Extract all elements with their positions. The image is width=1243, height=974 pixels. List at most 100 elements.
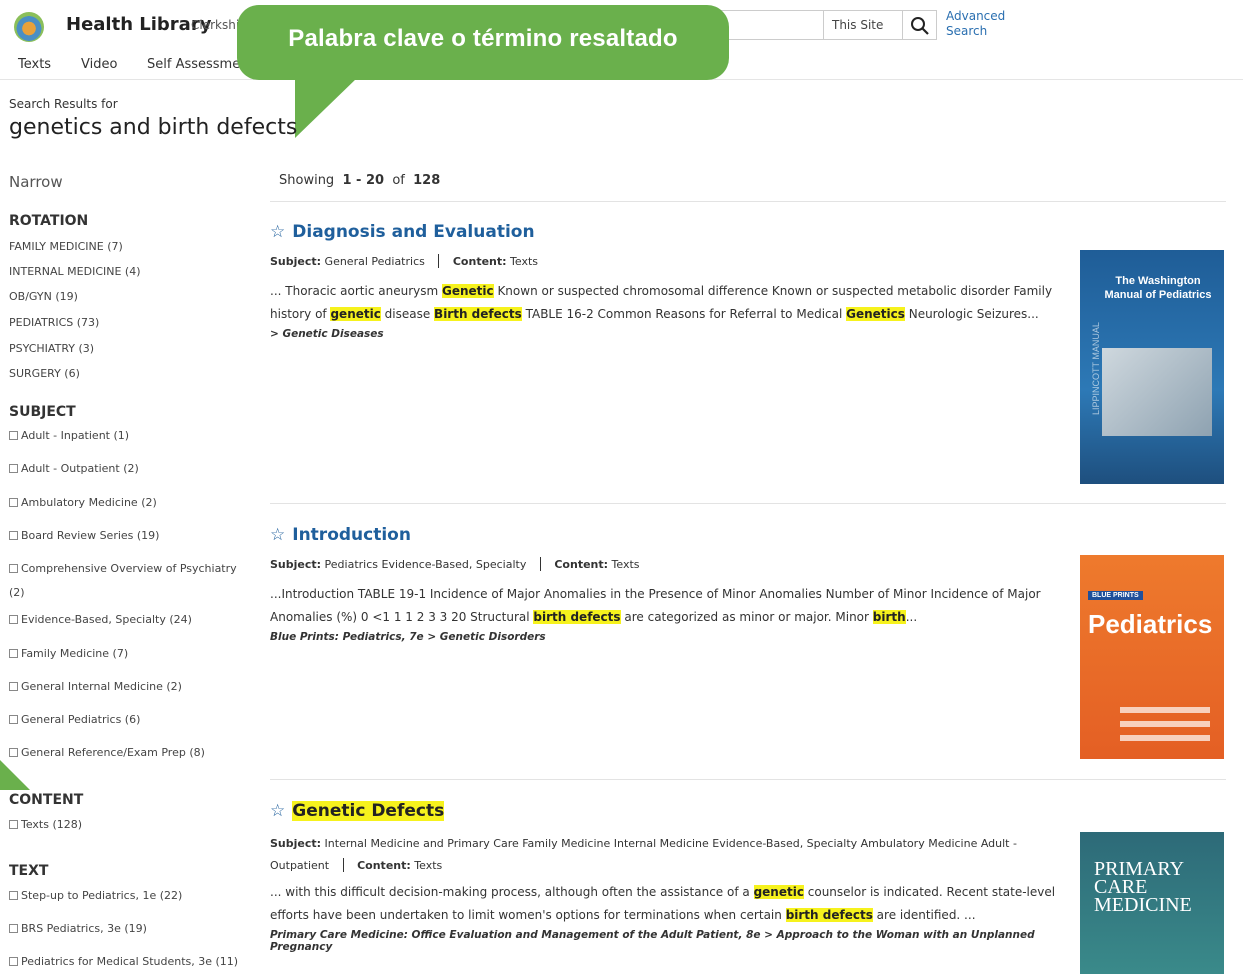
subject-filter[interactable]: Comprehensive Overview of Psychiatry (2) <box>9 557 249 605</box>
snippet-text: ... <box>905 610 918 624</box>
checkbox[interactable] <box>9 649 18 658</box>
subject-filter[interactable]: General Pediatrics (6) <box>9 708 249 732</box>
text-filter[interactable]: Step-up to Pediatrics, 1e (22) <box>9 884 249 908</box>
content-value: Texts <box>510 255 539 268</box>
filter-label: Step-up to Pediatrics, 1e (22) <box>21 889 183 902</box>
filter-label: Pediatrics for Medical Students, 3e (11) <box>21 955 239 968</box>
checkbox[interactable] <box>9 564 18 573</box>
showing-label: Showing <box>279 173 335 188</box>
content-filter[interactable]: Texts (128) <box>9 813 249 837</box>
cover-stripe <box>1120 721 1210 727</box>
narrow-heading: Narrow <box>9 173 63 191</box>
text-filter[interactable]: BRS Pediatrics, 3e (19) <box>9 917 249 941</box>
nav-texts[interactable]: Texts <box>18 57 51 72</box>
result-path[interactable]: > Genetic Diseases <box>270 328 1070 340</box>
results-for-label: Search Results for <box>9 97 118 111</box>
callout-text: Palabra clave o término resaltado <box>288 25 678 52</box>
highlighted-keyword: genetic <box>753 885 804 899</box>
checkbox[interactable] <box>9 464 18 473</box>
checkbox[interactable] <box>9 682 18 691</box>
filter-label: Board Review Series (19) <box>21 529 160 542</box>
result-snippet: ... Thoracic aortic aneurysm Genetic Kno… <box>270 280 1070 326</box>
checkbox[interactable] <box>9 498 18 507</box>
nav-video[interactable]: Video <box>81 57 117 72</box>
subject-filter[interactable]: Board Review Series (19) <box>9 524 249 548</box>
divider <box>270 503 1226 504</box>
subject-value: General Pediatrics <box>324 255 425 268</box>
results-total: 128 <box>413 173 441 188</box>
subject-filter[interactable]: Evidence-Based, Specialty (24) <box>9 608 249 632</box>
filter-label: Texts (128) <box>21 818 83 831</box>
result-meta: Subject: Internal Medicine and Primary C… <box>270 833 1070 877</box>
brand-title[interactable]: Health Library <box>66 14 211 35</box>
callout-pointer <box>295 78 357 138</box>
checkbox[interactable] <box>9 957 18 966</box>
snippet-text: are identified. ... <box>872 908 976 922</box>
snippet-text: ... with this difficult decision-making … <box>270 885 754 899</box>
star-icon[interactable]: ☆ <box>270 801 285 821</box>
checkbox[interactable] <box>9 431 18 440</box>
rotation-item-internal-medicine[interactable]: INTERNAL MEDICINE (4) <box>9 265 141 278</box>
filter-label: General Internal Medicine (2) <box>21 680 182 693</box>
content-label: Content: <box>357 859 411 872</box>
checkbox[interactable] <box>9 891 18 900</box>
rotation-item-obgyn[interactable]: OB/GYN (19) <box>9 290 78 303</box>
result-item: ☆ Introduction Subject: Pediatrics Eviden… <box>270 525 1070 643</box>
search-icon <box>911 17 929 35</box>
checkbox[interactable] <box>9 615 18 624</box>
highlighted-keyword: Genetics <box>846 307 905 321</box>
result-snippet: ...Introduction TABLE 19-1 Incidence of … <box>270 583 1070 629</box>
subject-label: Subject: <box>270 837 322 850</box>
result-title-link[interactable]: Introduction <box>292 525 411 545</box>
book-cover-primary-care-medicine[interactable]: PRIMARY CARE MEDICINE <box>1080 832 1224 974</box>
content-heading: CONTENT <box>9 792 84 808</box>
filter-label: Adult - Outpatient (2) <box>21 462 139 475</box>
rotation-item-family-medicine[interactable]: FAMILY MEDICINE (7) <box>9 240 123 253</box>
highlighted-keyword: birth defects <box>785 908 873 922</box>
content-value: Texts <box>414 859 443 872</box>
book-cover-blueprints-pediatrics[interactable]: BLUE PRINTS Pediatrics <box>1080 555 1224 759</box>
checkbox[interactable] <box>9 820 18 829</box>
subject-filter[interactable]: Adult - Inpatient (1) <box>9 424 249 448</box>
snippet-text: ... Thoracic aortic aneurysm <box>270 284 442 298</box>
star-icon[interactable]: ☆ <box>270 222 285 242</box>
advanced-search-link[interactable]: Advanced Search <box>946 9 1006 39</box>
cover-title: PRIMARY CARE MEDICINE <box>1094 858 1192 916</box>
highlighted-keyword: genetic <box>330 307 381 321</box>
result-title-link[interactable]: Genetic Defects <box>292 801 445 821</box>
result-item: ☆ Diagnosis and Evaluation Subject: Gener… <box>270 222 1070 340</box>
result-title-link[interactable]: Diagnosis and Evaluation <box>292 222 534 242</box>
snippet-text: Neurologic Seizures... <box>904 307 1039 321</box>
rotation-heading: ROTATION <box>9 213 89 229</box>
subject-filter[interactable]: General Reference/Exam Prep (8) <box>9 741 249 765</box>
cover-title: Pediatrics <box>1088 609 1213 639</box>
text-heading: TEXT <box>9 863 49 879</box>
health-library-logo[interactable] <box>14 12 44 42</box>
book-cover-washington-manual[interactable]: The Washington Manual of Pediatrics LIPP… <box>1080 250 1224 484</box>
subject-filter[interactable]: Ambulatory Medicine (2) <box>9 491 249 515</box>
rotation-item-surgery[interactable]: SURGERY (6) <box>9 367 80 380</box>
result-meta: Subject: Pediatrics Evidence-Based, Spec… <box>270 557 1070 571</box>
checkbox[interactable] <box>9 924 18 933</box>
checkbox[interactable] <box>9 531 18 540</box>
subject-filter[interactable]: General Internal Medicine (2) <box>9 675 249 699</box>
filter-label: General Pediatrics (6) <box>21 713 141 726</box>
result-path[interactable]: Primary Care Medicine: Office Evaluation… <box>270 929 1070 953</box>
search-scope-select[interactable]: This Site <box>823 10 903 40</box>
content-label: Content: <box>554 558 609 571</box>
rotation-item-pediatrics[interactable]: PEDIATRICS (73) <box>9 316 99 329</box>
filter-label: BRS Pediatrics, 3e (19) <box>21 922 147 935</box>
rotation-item-psychiatry[interactable]: PSYCHIATRY (3) <box>9 342 94 355</box>
snippet-text: disease <box>380 307 435 321</box>
checkbox[interactable] <box>9 748 18 757</box>
star-icon[interactable]: ☆ <box>270 525 285 545</box>
highlighted-keyword: Genetic <box>441 284 494 298</box>
checkbox[interactable] <box>9 715 18 724</box>
cover-stripe <box>1120 707 1210 713</box>
search-button[interactable] <box>903 10 937 40</box>
text-filter[interactable]: Pediatrics for Medical Students, 3e (11) <box>9 950 249 974</box>
subject-heading: SUBJECT <box>9 404 76 420</box>
result-path[interactable]: Blue Prints: Pediatrics, 7e > Genetic Di… <box>270 631 1070 643</box>
subject-filter[interactable]: Adult - Outpatient (2) <box>9 457 249 481</box>
subject-filter[interactable]: Family Medicine (7) <box>9 642 249 666</box>
